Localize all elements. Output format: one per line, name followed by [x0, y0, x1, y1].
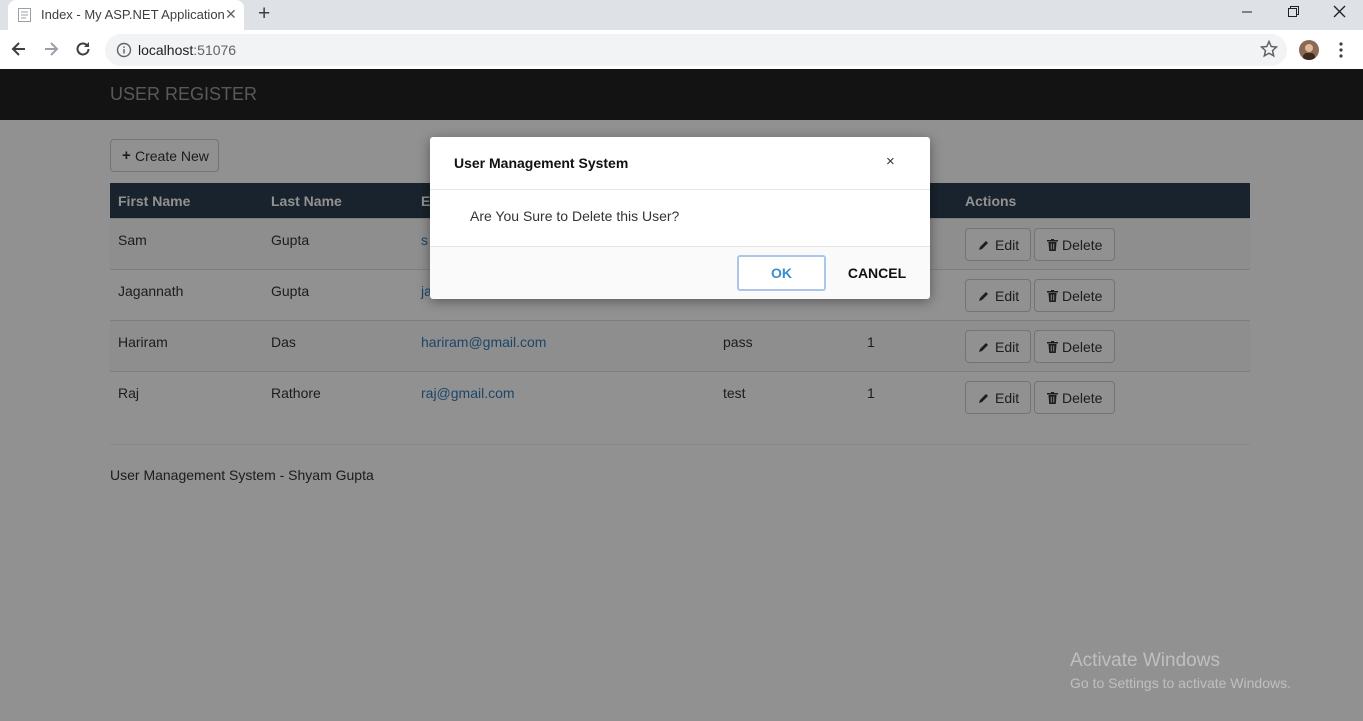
back-arrow-icon[interactable]: [9, 39, 29, 59]
confirm-dialog: User Management System × Are You Sure to…: [430, 137, 930, 299]
reload-icon[interactable]: [73, 39, 93, 59]
url-host: localhost: [138, 42, 194, 58]
forward-arrow-icon[interactable]: [41, 39, 61, 59]
ok-button[interactable]: OK: [737, 255, 826, 291]
activate-windows-subtitle: Go to Settings to activate Windows.: [1070, 675, 1291, 691]
restore-icon[interactable]: [1287, 5, 1300, 18]
close-tab-icon[interactable]: ✕: [225, 6, 237, 23]
activate-windows-title: Activate Windows: [1070, 650, 1220, 671]
browser-tabstrip: Index - My ASP.NET Application ✕ +: [0, 0, 1363, 30]
dialog-title: User Management System: [454, 155, 629, 171]
close-icon[interactable]: ×: [886, 153, 895, 170]
info-icon[interactable]: [116, 42, 132, 58]
browser-tab[interactable]: Index - My ASP.NET Application ✕: [8, 0, 244, 30]
browser-toolbar: localhost:51076: [0, 30, 1363, 70]
tab-title: Index - My ASP.NET Application: [41, 7, 225, 22]
profile-avatar[interactable]: [1299, 40, 1319, 60]
menu-dots-icon[interactable]: [1335, 41, 1347, 59]
url-port: :51076: [193, 42, 237, 58]
address-bar[interactable]: localhost:51076: [105, 34, 1287, 66]
bookmark-star-icon[interactable]: [1260, 40, 1278, 58]
dialog-footer: OK CANCEL: [430, 246, 930, 299]
cancel-button[interactable]: CANCEL: [842, 255, 912, 291]
minimize-icon[interactable]: [1241, 6, 1253, 18]
close-window-icon[interactable]: [1333, 5, 1346, 18]
new-tab-icon[interactable]: +: [258, 3, 270, 25]
dialog-message: Are You Sure to Delete this User?: [470, 208, 680, 224]
dialog-header: User Management System ×: [430, 137, 930, 190]
page-icon: [18, 8, 31, 22]
url-text: localhost:51076: [138, 42, 236, 58]
